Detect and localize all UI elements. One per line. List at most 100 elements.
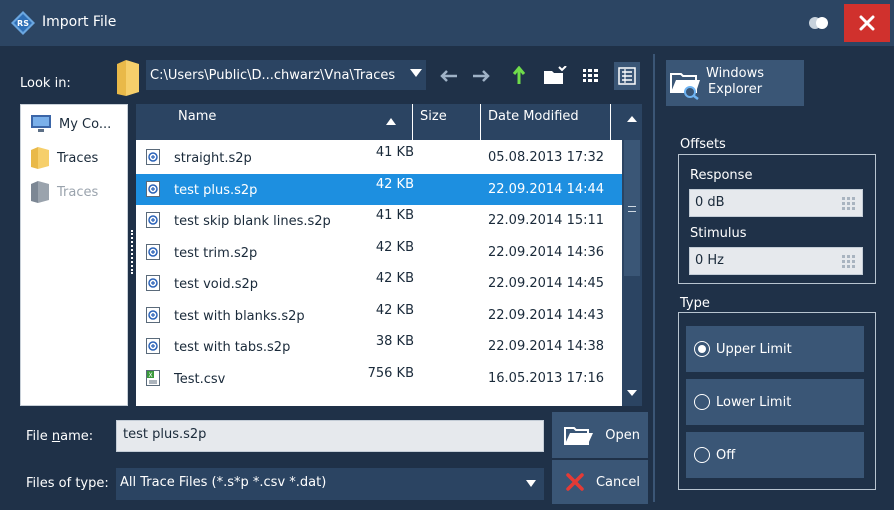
explorer-folder-search-icon [670, 73, 700, 100]
sidebar-item-my-computer[interactable]: My Co... [29, 109, 111, 139]
file-size: 41 KB [375, 145, 414, 160]
table-row[interactable]: test with blanks.s2p 42 KB 22.09.2014 14:4… [136, 300, 622, 331]
s2p-file-icon [146, 338, 160, 354]
radio-label: Upper Limit [716, 341, 792, 357]
file-size: 41 KB [375, 208, 414, 223]
s2p-file-icon [146, 306, 160, 323]
forward-button[interactable] [468, 62, 494, 90]
chevron-down-icon [526, 480, 536, 487]
rohde-schwarz-logo-icon: RS [11, 11, 35, 35]
file-date: 22.09.2014 14:44 [488, 181, 605, 197]
radio-upper-limit[interactable]: Upper Limit [686, 326, 864, 372]
file-name: test trim.s2p [174, 245, 258, 261]
file-name: straight.s2p [174, 151, 252, 166]
file-size: 42 KB [375, 176, 414, 192]
computer-icon [31, 115, 51, 132]
column-divider [610, 104, 611, 140]
file-list-scrollbar[interactable] [622, 104, 642, 406]
scroll-up-icon[interactable] [627, 116, 637, 122]
sidebar-item-traces[interactable]: Traces [29, 143, 98, 173]
keypad-icon[interactable] [842, 197, 856, 210]
s2p-file-icon [146, 275, 160, 291]
file-name: test with tabs.s2p [174, 340, 291, 355]
scroll-down-icon[interactable] [627, 390, 637, 396]
table-row[interactable]: test void.s2p 42 KB 22.09.2014 14:45 [136, 268, 622, 299]
detail-view-icon [618, 67, 636, 85]
cancel-button-label: Cancel [595, 474, 640, 490]
new-folder-button[interactable] [542, 62, 568, 90]
close-icon [859, 15, 875, 31]
scroll-thumb[interactable] [624, 140, 640, 276]
arrow-left-icon [440, 70, 457, 82]
title-bar: RS Import File [0, 0, 894, 46]
look-in-combo[interactable]: C:\Users\Public\D...chwarz\Vna\Traces [146, 60, 426, 90]
back-button[interactable] [436, 62, 462, 90]
file-date: 05.08.2013 17:32 [488, 150, 605, 165]
s2p-file-icon [146, 149, 160, 165]
open-button-label: Open [605, 427, 640, 443]
sort-ascending-icon [386, 118, 396, 125]
file-name: test with blanks.s2p [174, 308, 305, 324]
windows-explorer-button[interactable]: Windows Explorer [666, 60, 804, 106]
radio-unchecked-icon [694, 394, 710, 410]
file-date: 22.09.2014 14:45 [488, 276, 605, 291]
cancel-button[interactable]: Cancel [552, 460, 648, 504]
file-name: test void.s2p [174, 277, 259, 292]
stimulus-value: 0 Hz [695, 253, 725, 268]
window-title: Import File [42, 14, 117, 30]
file-date: 22.09.2014 14:38 [488, 339, 605, 354]
sidebar-item-traces-disabled: Traces [29, 177, 98, 207]
file-size: 38 KB [375, 334, 414, 349]
chevron-down-icon [410, 69, 422, 77]
folder-icon [31, 147, 49, 169]
sidebar-splitter-handle[interactable] [131, 230, 133, 274]
arrow-right-icon [473, 70, 490, 82]
open-button[interactable]: Open [552, 412, 648, 458]
grip-icon [628, 206, 636, 212]
column-divider [480, 104, 481, 140]
file-date: 22.09.2014 14:36 [488, 244, 605, 260]
column-header-date[interactable]: Date Modified [488, 104, 579, 140]
table-row[interactable]: straight.s2p 41 KB 05.08.2013 17:32 [136, 142, 622, 173]
svg-text:RS: RS [17, 19, 29, 28]
file-type-combo[interactable]: All Trace Files (*.s*p *.csv *.dat) [116, 468, 544, 500]
current-folder-icon [117, 60, 139, 96]
keypad-icon[interactable] [842, 255, 856, 268]
table-row[interactable]: X Test.csv 756 KB 16.05.2013 17:16 [136, 363, 622, 394]
close-button[interactable] [844, 4, 890, 42]
table-row[interactable]: test with tabs.s2p 38 KB 22.09.2014 14:38 [136, 331, 622, 362]
open-folder-icon [564, 427, 593, 445]
file-name: test plus.s2p [174, 182, 258, 198]
offsets-group-label: Offsets [680, 137, 726, 152]
detail-view-button[interactable] [614, 62, 640, 90]
file-name-input[interactable]: test plus.s2p [116, 420, 544, 452]
table-row[interactable]: test trim.s2p 42 KB 22.09.2014 14:36 [136, 237, 622, 268]
file-type-label: Files of type: [26, 476, 109, 491]
transparency-toggle-icon[interactable] [808, 16, 830, 30]
response-label: Response [690, 168, 753, 183]
file-size: 42 KB [375, 271, 414, 286]
table-row[interactable]: test skip blank lines.s2p 41 KB 22.09.2014… [136, 205, 622, 236]
radio-off[interactable]: Off [686, 432, 864, 478]
file-name: Test.csv [174, 371, 226, 387]
s2p-file-icon [146, 180, 160, 197]
radio-lower-limit[interactable]: Lower Limit [686, 379, 864, 425]
new-folder-icon [544, 66, 567, 84]
response-input[interactable]: 0 dB [689, 189, 863, 217]
parent-folder-button[interactable] [506, 62, 532, 90]
table-row[interactable]: test plus.s2p 42 KB 22.09.2014 14:44 [136, 173, 622, 205]
stimulus-input[interactable]: 0 Hz [689, 247, 863, 275]
file-list-header: Name Size Date Modified [136, 104, 622, 140]
radio-unchecked-icon [694, 447, 710, 463]
windows-explorer-label: Windows Explorer [706, 66, 765, 97]
list-view-button[interactable] [578, 62, 604, 90]
column-header-size[interactable]: Size [420, 104, 447, 140]
s2p-file-icon [146, 243, 160, 260]
svg-text:X: X [148, 372, 152, 379]
column-header-name[interactable]: Name [178, 104, 216, 140]
panel-divider [653, 54, 655, 502]
file-name-label: File name: [26, 429, 94, 444]
file-name: test skip blank lines.s2p [174, 214, 331, 229]
type-group-label: Type [680, 296, 710, 311]
sidebar-item-label: Traces [57, 184, 99, 200]
